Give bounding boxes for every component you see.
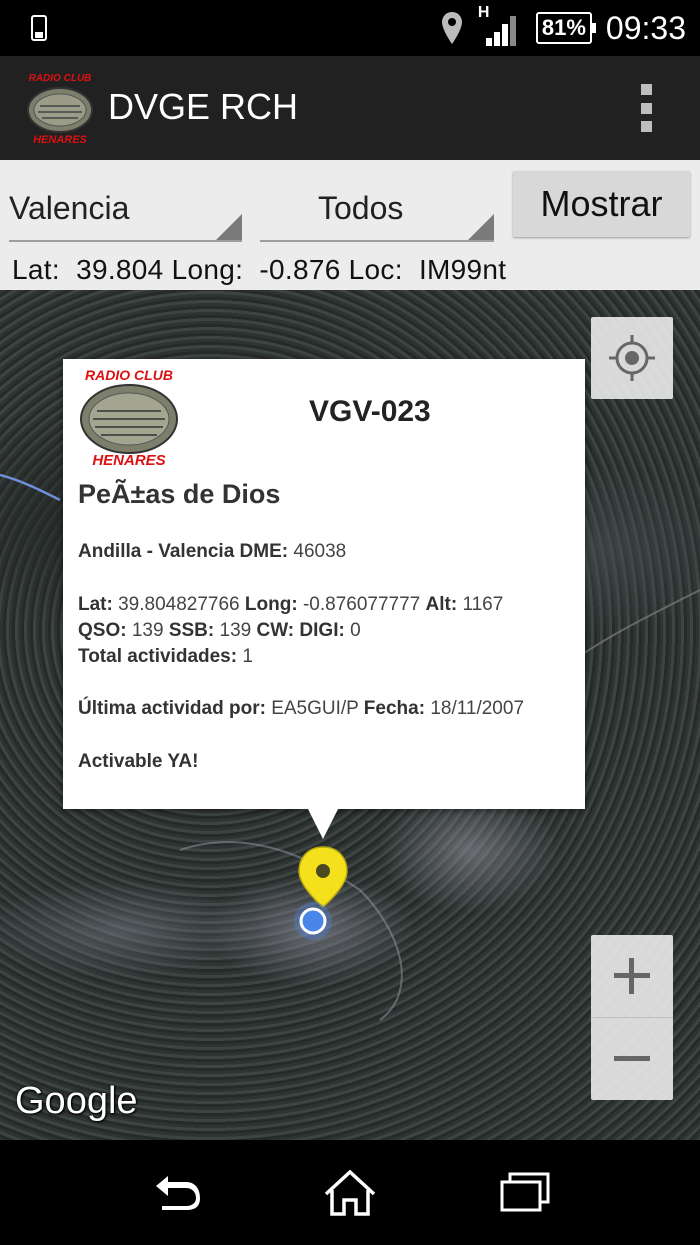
app-logo[interactable]: RADIO CLUB HENARES: [22, 70, 98, 146]
region-spinner[interactable]: Valencia: [9, 180, 242, 242]
crosshair-icon: [609, 335, 655, 381]
lat-value: 39.804: [76, 254, 164, 285]
popup-logo-text-bottom: HENARES: [92, 452, 165, 469]
back-icon[interactable]: [146, 1168, 206, 1218]
qso-label: QSO:: [78, 620, 127, 641]
zoom-in-button[interactable]: [591, 935, 673, 1017]
location-label: Andilla - Valencia DME:: [78, 541, 289, 562]
activable-status: Activable YA!: [78, 751, 199, 772]
last-activity-label: Última actividad por:: [78, 698, 266, 719]
logo-text-top: RADIO CLUB: [29, 73, 92, 84]
navigation-bar: [0, 1140, 700, 1245]
long-label: Long:: [171, 254, 244, 285]
show-button[interactable]: Mostrar: [513, 171, 690, 237]
popup-logo-text-top: RADIO CLUB: [85, 367, 173, 383]
ssb-value: 139: [219, 620, 252, 641]
long-label: Long:: [244, 594, 298, 615]
status-bar: H 81% 09:33: [0, 0, 700, 56]
last-activity-value: EA5GUI/P: [271, 698, 359, 719]
total-activities-line: Total actividades: 1: [78, 646, 253, 668]
vertex-code: VGV-023: [309, 395, 431, 428]
digi-label: DIGI:: [299, 620, 345, 641]
qso-value: 139: [131, 620, 164, 641]
lat-label: Lat:: [78, 594, 113, 615]
lat-value: 39.804827766: [118, 594, 240, 615]
long-value: -0.876077777: [302, 594, 421, 615]
zoom-out-button[interactable]: [591, 1018, 673, 1100]
location-icon: [441, 12, 462, 44]
location-value: 46038: [293, 541, 347, 562]
location-line: Andilla - Valencia DME: 46038: [78, 541, 346, 563]
spinner-arrow-icon: [216, 214, 242, 240]
alt-label: Alt:: [425, 594, 458, 615]
alt-value: 1167: [462, 594, 504, 615]
cw-label: CW:: [256, 620, 295, 641]
action-bar: RADIO CLUB HENARES DVGE RCH: [0, 56, 700, 160]
date-value: 18/11/2007: [430, 698, 525, 719]
signal-icon: H: [478, 4, 522, 48]
status-line: Activable YA!: [78, 751, 198, 773]
lat-label: Lat:: [12, 254, 60, 285]
digi-value: 0: [350, 620, 361, 641]
popup-logo: RADIO CLUB HENARES: [80, 367, 178, 469]
plus-icon: [614, 958, 650, 994]
loc-label: Loc:: [348, 254, 403, 285]
app-title: DVGE RCH: [108, 86, 299, 127]
region-spinner-value: Valencia: [9, 190, 130, 226]
vertex-info-window[interactable]: RADIO CLUB HENARES VGV-023 PeÃ±as de Dio…: [63, 359, 585, 839]
last-activity-line: Última actividad por: EA5GUI/P Fecha: 18…: [78, 698, 524, 720]
long-value: -0.876: [259, 254, 341, 285]
ssb-label: SSB:: [168, 620, 215, 641]
zoom-controls: [591, 935, 673, 1100]
qso-line: QSO: 139 SSB: 139 CW: DIGI: 0: [78, 620, 361, 642]
road-line: [0, 473, 61, 502]
vertex-name: PeÃ±as de Dios: [78, 479, 281, 509]
loc-value: IM99nt: [418, 254, 507, 285]
date-label: Fecha:: [363, 698, 426, 719]
map-marker-icon[interactable]: [293, 845, 353, 945]
logo-text-bottom: HENARES: [33, 134, 87, 146]
filter-spinner-value: Todos: [318, 190, 404, 226]
recents-icon[interactable]: [496, 1168, 556, 1218]
spinner-arrow-icon: [468, 214, 494, 240]
coordinates-readout: Lat: 39.804 Long: -0.876 Loc: IM99nt: [12, 254, 506, 286]
clock: 09:33: [605, 9, 686, 46]
coordinates-line: Lat: 39.804827766 Long: -0.876077777 Alt…: [78, 594, 503, 616]
battery-indicator: 81%: [535, 12, 596, 44]
phone-vibrate-icon: [31, 15, 47, 41]
google-attribution: Google: [15, 1080, 138, 1122]
filter-spinner[interactable]: Todos: [260, 180, 494, 242]
my-location-button[interactable]: [591, 317, 673, 399]
home-icon[interactable]: [320, 1168, 380, 1218]
total-value: 1: [242, 646, 253, 667]
overflow-menu-icon[interactable]: [638, 84, 654, 132]
total-label: Total actividades:: [78, 646, 238, 667]
minus-icon: [614, 1056, 650, 1061]
